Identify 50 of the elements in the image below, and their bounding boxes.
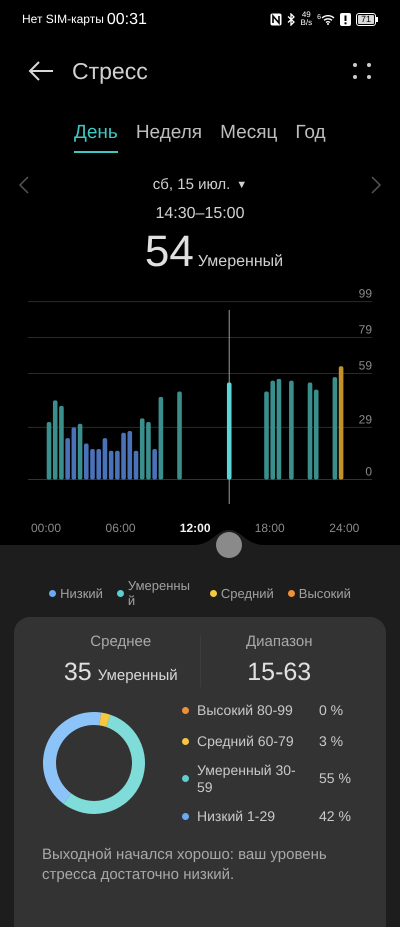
bluetooth-icon bbox=[286, 12, 296, 26]
net-speed-value: 49 bbox=[302, 11, 311, 19]
legend-label: Средний bbox=[220, 586, 274, 600]
back-button[interactable] bbox=[28, 61, 54, 81]
legend-label: Высокий bbox=[298, 586, 351, 600]
wifi-icon bbox=[320, 14, 335, 24]
distribution-percent: 0 % bbox=[319, 700, 344, 720]
x-tick-label: 00:00 bbox=[30, 521, 62, 535]
alert-icon bbox=[340, 12, 351, 26]
period-tab[interactable]: День bbox=[74, 118, 118, 154]
period-tab[interactable]: Месяц bbox=[220, 118, 278, 154]
net-speed-unit: B/s bbox=[300, 19, 312, 27]
distribution-label: Высокий 80-99 bbox=[197, 702, 294, 718]
legend-label: Низкий bbox=[60, 586, 103, 600]
clock-text: 00:31 bbox=[106, 12, 147, 28]
nfc-icon bbox=[270, 12, 282, 26]
y-tick-label: 99 bbox=[358, 286, 372, 301]
average-value: 35 bbox=[64, 656, 92, 688]
y-tick-label: 59 bbox=[358, 358, 372, 372]
distribution-percent: 42 % bbox=[319, 806, 351, 826]
legend-label: Умеренный bbox=[128, 578, 191, 608]
carrier-text: Нет SIM-карты bbox=[22, 11, 104, 28]
stress-level: Умеренный bbox=[198, 252, 284, 272]
average-level: Умеренный bbox=[98, 666, 178, 686]
period-tab[interactable]: Неделя bbox=[136, 118, 202, 154]
distribution-label: Средний 60-79 bbox=[197, 732, 295, 750]
date-selector[interactable]: сб, 15 июл. ▼ bbox=[152, 174, 248, 196]
average-label: Среднее bbox=[90, 632, 152, 652]
stress-value: 54 bbox=[144, 226, 194, 278]
distribution-percent: 3 % bbox=[319, 732, 344, 750]
x-tick-label: 12:00 bbox=[180, 521, 210, 535]
range-value: 15-63 bbox=[247, 656, 312, 688]
battery-indicator: 71 bbox=[356, 12, 378, 26]
insight-text: Выходной начался хорошо: ваш уровень стресса достаточно низкий. bbox=[42, 845, 328, 885]
distribution-label: Низкий 1-29 bbox=[197, 808, 276, 824]
period-tab[interactable]: Год bbox=[295, 118, 326, 154]
distribution-percent: 55 % bbox=[319, 769, 351, 788]
y-tick-label: 29 bbox=[358, 412, 372, 426]
x-tick-label: 24:00 bbox=[329, 521, 360, 535]
page-title: Стресс bbox=[72, 56, 148, 86]
x-tick-label: 06:00 bbox=[106, 521, 136, 535]
more-button[interactable] bbox=[352, 62, 372, 80]
distribution-label: Умеренный 30-59 bbox=[197, 762, 297, 796]
y-tick-label: 0 bbox=[365, 464, 372, 478]
previous-day-button[interactable] bbox=[18, 176, 30, 194]
y-tick-label: 79 bbox=[358, 322, 372, 337]
next-day-button[interactable] bbox=[370, 176, 382, 194]
range-label: Диапазон bbox=[246, 632, 312, 652]
x-tick-label: 18:00 bbox=[254, 521, 285, 535]
time-interval: 14:30–15:00 bbox=[156, 204, 244, 224]
